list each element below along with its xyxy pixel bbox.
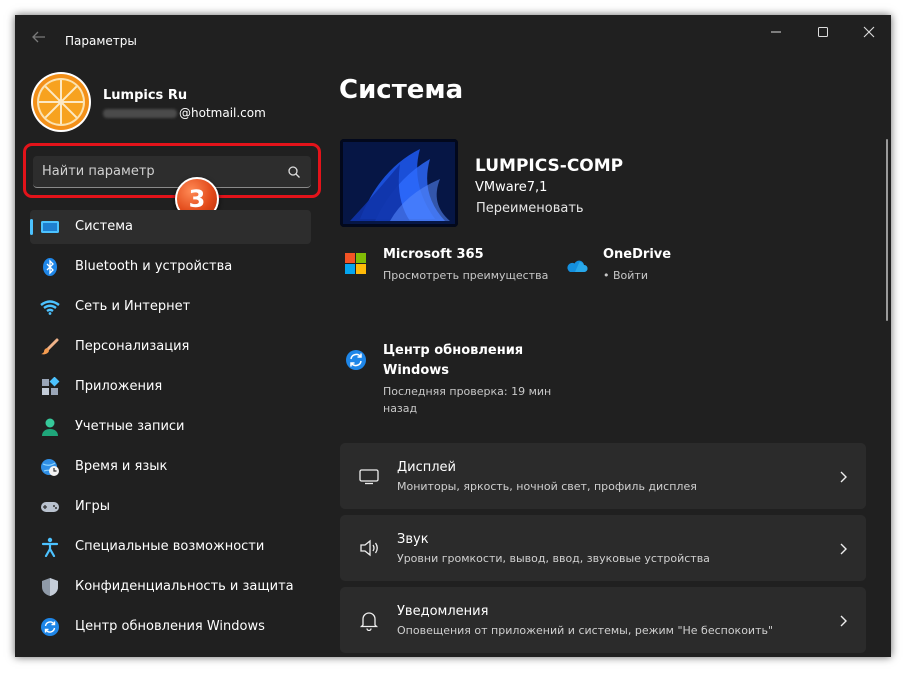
user-name: Lumpics Ru: [103, 88, 188, 103]
windows-update-tile[interactable]: Центр обновления Windows Последняя прове…: [345, 343, 565, 423]
sidebar-item-accounts[interactable]: Учетные записи: [30, 410, 311, 444]
active-indicator: [30, 219, 33, 235]
back-arrow-icon[interactable]: [31, 29, 49, 47]
settings-window: Параметры Lumpics Ru @hotmail.com Найти …: [15, 15, 891, 657]
globe-clock-icon: [40, 457, 60, 477]
tile-title: Microsoft 365: [383, 247, 484, 262]
sidebar-item-gaming[interactable]: Игры: [30, 490, 311, 524]
microsoft-logo-icon: [345, 253, 367, 275]
card-subtitle: Мониторы, яркость, ночной свет, профиль …: [397, 480, 697, 493]
card-title: Звук: [397, 532, 429, 547]
card-title: Уведомления: [397, 604, 489, 619]
device-wallpaper-thumbnail: [340, 139, 458, 227]
tile-title-line2: Windows: [383, 363, 450, 378]
device-model: VMware7,1: [475, 180, 548, 195]
sidebar-item-apps[interactable]: Приложения: [30, 370, 311, 404]
chevron-right-icon: [838, 541, 848, 555]
sidebar-item-label: Сеть и Интернет: [75, 299, 191, 314]
sidebar-nav: Система Bluetooth и устройства Сеть и Ин…: [30, 210, 311, 650]
sidebar-item-network[interactable]: Сеть и Интернет: [30, 290, 311, 324]
tile-subtitle: Просмотреть преимущества: [383, 269, 549, 282]
chevron-right-icon: [838, 469, 848, 483]
display-settings-card[interactable]: Дисплей Мониторы, яркость, ночной свет, …: [340, 443, 866, 509]
wifi-icon: [40, 297, 60, 317]
tile-subtitle-line2: назад: [383, 402, 418, 415]
title-bar: Параметры: [15, 15, 891, 63]
microsoft365-tile[interactable]: Microsoft 365 Просмотреть преимущества: [345, 247, 555, 287]
search-icon[interactable]: [287, 164, 301, 178]
app-title: Параметры: [65, 34, 137, 48]
gamepad-icon: [40, 497, 60, 517]
minimize-button[interactable]: [765, 23, 787, 41]
page-title: Система: [339, 75, 464, 105]
shield-icon: [40, 577, 60, 597]
speaker-icon: [358, 537, 380, 559]
card-subtitle: Уровни громкости, вывод, ввод, звуковые …: [397, 552, 710, 565]
brush-icon: [40, 337, 60, 357]
maximize-button[interactable]: [812, 23, 834, 41]
sidebar-item-label: Приложения: [75, 379, 163, 394]
tile-title-line1: Центр обновления: [383, 343, 524, 358]
chevron-right-icon: [838, 613, 848, 627]
notifications-settings-card[interactable]: Уведомления Оповещения от приложений и с…: [340, 587, 866, 653]
avatar[interactable]: [31, 72, 91, 132]
sidebar-item-privacy[interactable]: Конфиденциальность и защита: [30, 570, 311, 604]
sidebar-item-label: Центр обновления Windows: [75, 619, 265, 634]
sidebar-item-label: Специальные возможности: [75, 539, 265, 554]
search-placeholder: Найти параметр: [42, 164, 155, 179]
sidebar-item-bluetooth[interactable]: Bluetooth и устройства: [30, 250, 311, 284]
accessibility-icon: [40, 537, 60, 558]
sidebar-item-accessibility[interactable]: Специальные возможности: [30, 530, 311, 564]
onedrive-cloud-icon: [566, 255, 588, 277]
apps-icon: [40, 376, 60, 397]
sidebar-item-label: Конфиденциальность и защита: [75, 579, 294, 594]
sidebar-item-label: Игры: [75, 499, 111, 514]
sidebar-item-personalization[interactable]: Персонализация: [30, 330, 311, 364]
display-icon: [40, 217, 60, 237]
email-redaction: [103, 109, 177, 118]
sidebar-item-label: Учетные записи: [75, 419, 185, 434]
tile-subtitle: • Войти: [603, 269, 648, 282]
update-icon: [345, 349, 367, 371]
sidebar-item-time-language[interactable]: Время и язык: [30, 450, 311, 484]
sound-settings-card[interactable]: Звук Уровни громкости, вывод, ввод, звук…: [340, 515, 866, 581]
bell-icon: [358, 609, 380, 632]
onedrive-tile[interactable]: OneDrive • Войти: [566, 247, 716, 287]
sidebar-item-label: Персонализация: [75, 339, 190, 354]
account-icon: [40, 417, 60, 437]
device-name: LUMPICS-COMP: [475, 156, 624, 176]
close-button[interactable]: [858, 23, 880, 41]
sidebar-item-label: Система: [75, 219, 134, 234]
card-subtitle: Оповещения от приложений и системы, режи…: [397, 624, 774, 637]
windows-bloom-wallpaper-icon: [340, 139, 458, 227]
tile-subtitle-line1: Последняя проверка: 19 мин: [383, 385, 552, 398]
search-input[interactable]: Найти параметр: [33, 156, 311, 188]
bluetooth-icon: [40, 257, 60, 277]
user-email: @hotmail.com: [179, 106, 266, 120]
sidebar-item-label: Bluetooth и устройства: [75, 259, 233, 274]
main-scrollbar[interactable]: [886, 139, 888, 321]
sidebar-item-label: Время и язык: [75, 459, 168, 474]
sidebar-item-windows-update[interactable]: Центр обновления Windows: [30, 610, 311, 644]
update-icon: [40, 617, 60, 637]
tile-title: OneDrive: [603, 247, 672, 262]
sidebar-item-system[interactable]: Система: [30, 210, 311, 244]
card-title: Дисплей: [397, 460, 457, 475]
rename-link[interactable]: Переименовать: [476, 201, 584, 216]
monitor-icon: [358, 465, 380, 487]
orange-slice-icon: [33, 74, 89, 130]
